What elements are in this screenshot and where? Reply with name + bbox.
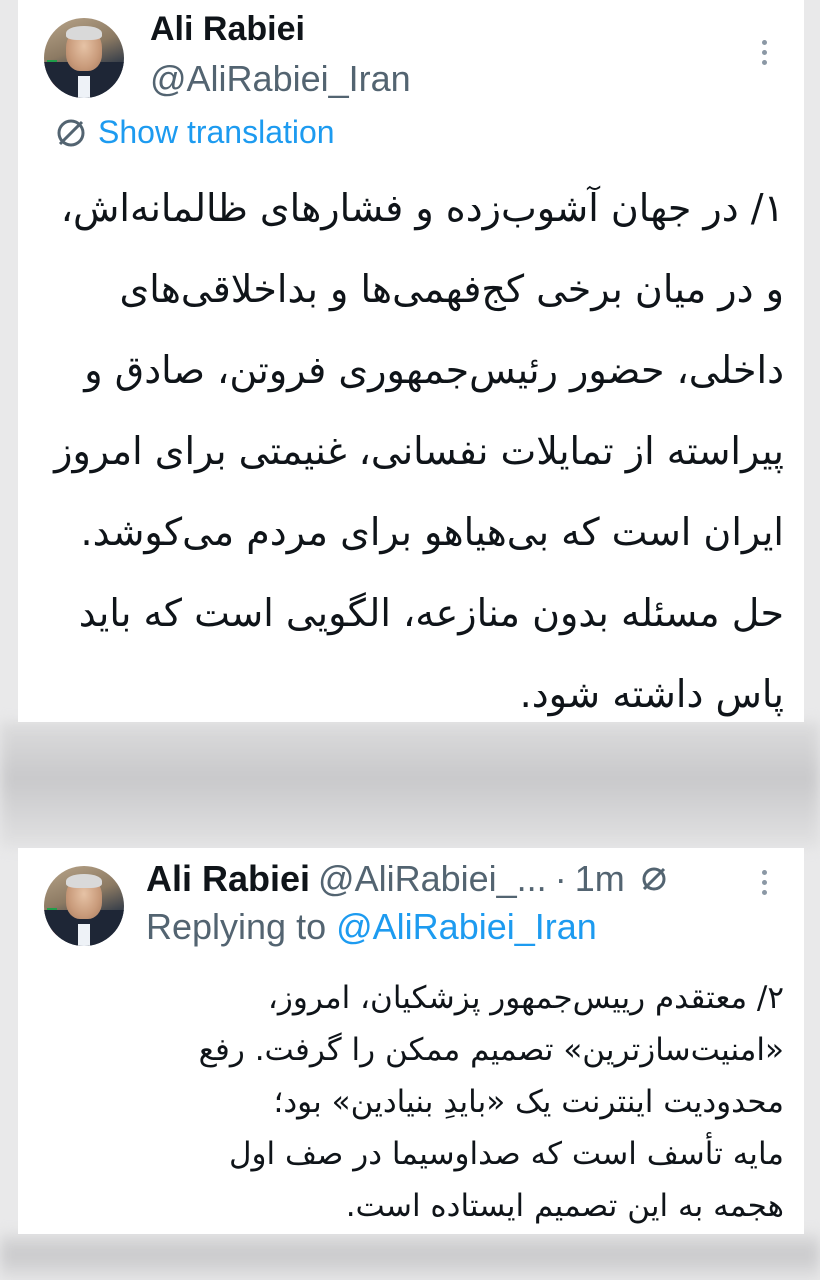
tweet-card[interactable]: Ali Rabiei @AliRabiei_... · 1m Replying … [18, 848, 804, 1234]
separator-dot: · [554, 858, 567, 899]
author-name[interactable]: Ali Rabiei [146, 858, 310, 900]
author-handle[interactable]: @AliRabiei_Iran [150, 58, 411, 100]
background-blur [0, 722, 820, 848]
background-blur [0, 1234, 820, 1280]
author-name[interactable]: Ali Rabiei [150, 10, 305, 49]
more-vertical-icon[interactable] [749, 862, 779, 902]
timestamp[interactable]: 1m [575, 858, 625, 900]
tweet-header: Ali Rabiei @AliRabiei_... · 1m [146, 858, 669, 900]
translate-icon [57, 119, 85, 146]
tweet-text: ۲/ معتقدم رییس‌جمهور پزشکیان، امروز، «ام… [198, 980, 784, 1224]
avatar[interactable] [44, 18, 124, 98]
author-handle[interactable]: @AliRabiei_... [318, 858, 547, 900]
grok-icon[interactable] [639, 864, 669, 894]
tweet-text: ۱/ در جهان آشوب‌زده و فشارهای ظالمانه‌اش… [54, 186, 784, 716]
replying-handle-link[interactable]: @AliRabiei_Iran [336, 906, 597, 947]
replying-to: Replying to @AliRabiei_Iran [146, 906, 597, 948]
more-vertical-icon[interactable] [749, 32, 779, 72]
replying-prefix: Replying to [146, 906, 327, 947]
show-translation-label: Show translation [98, 114, 335, 150]
show-translation-link[interactable]: Show translation [54, 114, 335, 151]
tweet-card[interactable]: Ali Rabiei @AliRabiei_Iran Show translat… [18, 0, 804, 722]
avatar[interactable] [44, 866, 124, 946]
